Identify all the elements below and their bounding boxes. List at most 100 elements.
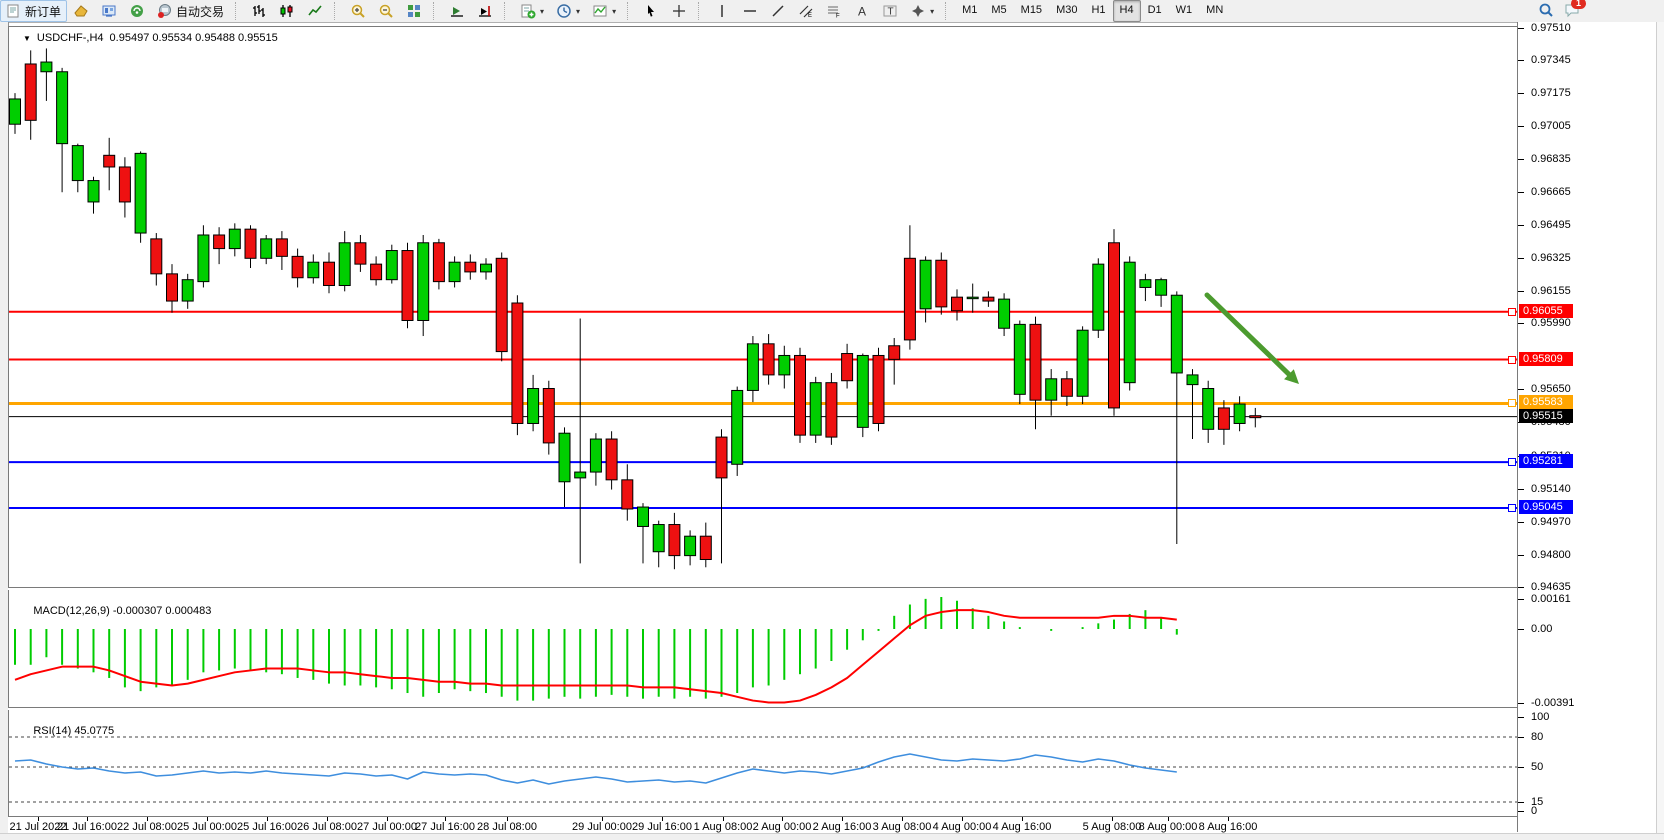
time-tick-label: 4 Aug 16:00 xyxy=(993,821,1052,833)
line-handle[interactable] xyxy=(1508,356,1516,364)
rsi-title: RSI(14) 45.0775 xyxy=(15,713,114,749)
zoom-out-icon xyxy=(378,3,394,19)
search-icon xyxy=(1538,2,1554,18)
chevron-down-icon[interactable]: ▼ xyxy=(23,34,31,43)
periods-button[interactable]: ▾ xyxy=(550,0,586,22)
notifications-button[interactable]: 1 xyxy=(1564,2,1580,21)
candle xyxy=(1203,381,1214,443)
new-order-icon xyxy=(6,3,22,19)
rsi-tick-label: 50 xyxy=(1531,761,1543,773)
label-button[interactable]: T xyxy=(876,0,904,22)
axis-tick xyxy=(1518,126,1524,127)
indicators-button[interactable]: ▾ xyxy=(514,0,550,22)
axis-tick xyxy=(1518,323,1524,324)
autotrading-button[interactable]: 自动交易 xyxy=(151,0,230,22)
candle xyxy=(214,227,225,264)
timeframe-mn-button[interactable]: MN xyxy=(1199,0,1230,22)
timeframe-h4-button[interactable]: H4 xyxy=(1113,0,1141,22)
cursor-button[interactable] xyxy=(637,0,665,22)
line-handle[interactable] xyxy=(1508,308,1516,316)
fibonacci-button[interactable]: F xyxy=(820,0,848,22)
time-axis[interactable]: 21 Jul 202221 Jul 16:0022 Jul 08:0025 Ju… xyxy=(8,816,1517,834)
rsi-indicator-pane[interactable]: RSI(14) 45.0775 xyxy=(8,710,1518,816)
candle xyxy=(433,239,444,290)
zoom-out-button[interactable] xyxy=(372,0,400,22)
dropdown-caret-icon[interactable]: ▾ xyxy=(576,7,580,16)
zoom-in-button[interactable] xyxy=(344,0,372,22)
axis-tick xyxy=(1518,767,1524,768)
candle xyxy=(371,256,382,285)
tile-windows-button[interactable] xyxy=(400,0,428,22)
timeframe-w1-button[interactable]: W1 xyxy=(1169,0,1200,22)
timeframe-h1-button[interactable]: H1 xyxy=(1084,0,1112,22)
candlestick-chart[interactable] xyxy=(9,27,1518,588)
macd-chart[interactable] xyxy=(9,590,1518,707)
channel-button[interactable]: E xyxy=(792,0,820,22)
candle xyxy=(638,503,649,563)
text-button[interactable]: A xyxy=(848,0,876,22)
time-tick-label: 27 Jul 00:00 xyxy=(357,821,417,833)
time-tick-label: 25 Jul 00:00 xyxy=(177,821,237,833)
toolbar-separator xyxy=(698,2,706,20)
search-button[interactable] xyxy=(1538,2,1554,21)
price-tick-label: 0.94800 xyxy=(1531,549,1571,561)
axis-tick xyxy=(1518,93,1524,94)
candle xyxy=(386,245,397,284)
line-handle[interactable] xyxy=(1508,458,1516,466)
price-tick-label: 0.97175 xyxy=(1531,87,1571,99)
hline-button[interactable] xyxy=(736,0,764,22)
candle xyxy=(795,348,806,443)
candle xyxy=(245,225,256,268)
templates-button[interactable]: ▾ xyxy=(586,0,622,22)
bar-chart-button[interactable] xyxy=(245,0,273,22)
line-handle[interactable] xyxy=(1508,504,1516,512)
candle xyxy=(229,223,240,256)
timeframe-m1-button[interactable]: M1 xyxy=(955,0,984,22)
new-order-button[interactable]: 新订单 xyxy=(0,0,67,22)
time-tick-label: 22 Jul 08:00 xyxy=(117,821,177,833)
candle xyxy=(1046,369,1057,416)
time-tick-label: 2 Aug 00:00 xyxy=(753,821,812,833)
timeframe-d1-button[interactable]: D1 xyxy=(1141,0,1169,22)
toolbar-separator xyxy=(504,2,512,20)
market-watch-button[interactable] xyxy=(95,0,123,22)
dropdown-caret-icon[interactable]: ▾ xyxy=(930,7,934,16)
candle xyxy=(512,295,523,435)
candle xyxy=(496,252,507,361)
timeframe-m30-button[interactable]: M30 xyxy=(1049,0,1084,22)
time-tick-label: 1 Aug 08:00 xyxy=(694,821,753,833)
candlestick-chart-button[interactable] xyxy=(273,0,301,22)
chart-shift-button[interactable] xyxy=(471,0,499,22)
timeframe-m15-button[interactable]: M15 xyxy=(1014,0,1049,22)
candle xyxy=(1077,326,1088,404)
chart-window-button[interactable] xyxy=(67,0,95,22)
candle xyxy=(10,93,21,134)
rsi-line xyxy=(15,754,1177,784)
arrows-button[interactable]: ▾ xyxy=(904,0,940,22)
line-chart-button[interactable] xyxy=(301,0,329,22)
cursor-icon xyxy=(643,3,659,19)
price-axis[interactable]: 0.975100.973450.971750.970050.968350.966… xyxy=(1517,22,1657,832)
axis-tick xyxy=(1518,225,1524,226)
candle xyxy=(952,289,963,320)
dropdown-caret-icon[interactable]: ▾ xyxy=(540,7,544,16)
signals-button[interactable] xyxy=(123,0,151,22)
timeframe-m5-button[interactable]: M5 xyxy=(984,0,1013,22)
chart-window-icon xyxy=(73,3,89,19)
label-icon: T xyxy=(882,3,898,19)
auto-scroll-icon xyxy=(449,3,465,19)
trend-arrow[interactable] xyxy=(1207,295,1289,374)
rsi-chart[interactable] xyxy=(9,710,1518,816)
candle xyxy=(276,231,287,270)
crosshair-button[interactable] xyxy=(665,0,693,22)
candle xyxy=(904,225,915,349)
vline-button[interactable] xyxy=(708,0,736,22)
price-chart-pane[interactable]: ▼ USDCHF-,H4 0.95497 0.95534 0.95488 0.9… xyxy=(8,26,1518,589)
trendline-button[interactable] xyxy=(764,0,792,22)
macd-indicator-pane[interactable]: MACD(12,26,9) -0.000307 0.000483 xyxy=(8,590,1518,707)
line-handle[interactable] xyxy=(1508,399,1516,407)
price-line-badge: 0.95583 xyxy=(1519,395,1573,409)
candle xyxy=(543,381,554,455)
auto-scroll-button[interactable] xyxy=(443,0,471,22)
dropdown-caret-icon[interactable]: ▾ xyxy=(612,7,616,16)
